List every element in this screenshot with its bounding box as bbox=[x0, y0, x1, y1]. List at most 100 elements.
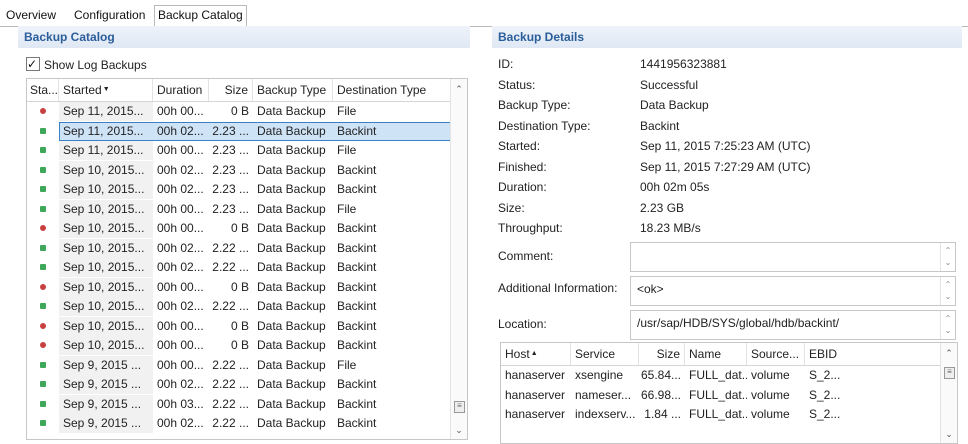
additional-info-scrollbar[interactable]: ⌃ ⌄ bbox=[940, 277, 955, 305]
destination-type-cell: Backint bbox=[337, 299, 377, 313]
table-row[interactable]: Sep 11, 2015... 00h 00... 2.23 ... Data Bac… bbox=[27, 141, 451, 160]
backup-type-cell: Data Backup bbox=[257, 240, 326, 255]
table-row[interactable]: Sep 10, 2015... 00h 02... 2.22 ... Data Bac… bbox=[27, 238, 451, 258]
started-cell: Sep 10, 2015... bbox=[59, 160, 153, 180]
column-header-host[interactable]: Host bbox=[501, 343, 571, 365]
duration-cell: 00h 02... bbox=[157, 182, 204, 196]
scroll-up-icon[interactable]: ⌃ bbox=[451, 84, 467, 95]
comment-scrollbar[interactable]: ⌃ ⌄ bbox=[940, 243, 955, 271]
status-cell bbox=[27, 258, 59, 277]
table-row[interactable]: Sep 10, 2015... 00h 02... 2.22 ... Data Bac… bbox=[27, 297, 451, 316]
status-failed-icon bbox=[40, 225, 46, 231]
host-scroll-up-icon[interactable]: ⌃ bbox=[941, 348, 957, 359]
host-size-cell: 1.84 ... bbox=[644, 407, 681, 421]
comment-label: Comment: bbox=[498, 249, 554, 263]
column-header-status[interactable]: Sta... bbox=[27, 79, 59, 101]
status-cell bbox=[27, 102, 59, 121]
destination-type-cell: File bbox=[337, 201, 357, 216]
column-header-service[interactable]: Service bbox=[571, 343, 639, 365]
location-scrollbar[interactable]: ⌃ ⌄ bbox=[940, 311, 955, 339]
catalog-scrollbar[interactable]: ⌃ ≡ ⌄ bbox=[450, 79, 467, 439]
status-cell bbox=[27, 200, 59, 219]
host-table-row[interactable]: hanaserver indexserv... 1.84 ... FULL_dat..… bbox=[501, 405, 941, 424]
size-cell: 2.23 ... bbox=[212, 162, 249, 177]
column-header-ebid[interactable]: EBID bbox=[805, 343, 941, 365]
column-header-host-size[interactable]: Size bbox=[639, 343, 685, 365]
column-header-size[interactable]: Size bbox=[209, 79, 253, 101]
destination-type-cell: File bbox=[337, 357, 357, 372]
table-row[interactable]: Sep 10, 2015... 00h 00... 0 B Data Backup Ba… bbox=[27, 336, 451, 355]
destination-type-cell: Backint bbox=[337, 338, 377, 352]
size-cell: 0 B bbox=[230, 318, 249, 333]
table-row[interactable]: Sep 10, 2015... 00h 00... 0 B Data Backup Ba… bbox=[27, 219, 451, 238]
location-scroll-up-icon[interactable]: ⌃ bbox=[941, 313, 955, 325]
duration-cell: 00h 02... bbox=[157, 162, 204, 177]
size-cell: 2.22 ... bbox=[212, 260, 249, 274]
column-header-backup-type[interactable]: Backup Type bbox=[253, 79, 333, 101]
tab-backup-catalog[interactable]: Backup Catalog bbox=[154, 5, 247, 27]
duration-cell: 00h 02... bbox=[157, 240, 204, 255]
column-header-name[interactable]: Name bbox=[685, 343, 747, 365]
host-table-row[interactable]: hanaserver xsengine 65.84... FULL_dat... vol… bbox=[501, 366, 941, 385]
column-header-started-label: Started bbox=[63, 83, 110, 97]
comment-scroll-down-icon[interactable]: ⌄ bbox=[941, 257, 955, 269]
table-row[interactable]: Sep 9, 2015 ... 00h 02... 2.22 ... Data Bac… bbox=[27, 375, 451, 394]
destination-type-cell: Backint bbox=[337, 221, 377, 235]
location-field[interactable]: /usr/sap/HDB/SYS/global/hdb/backint/ ⌃ ⌄ bbox=[630, 310, 956, 340]
status-cell bbox=[27, 161, 59, 180]
status-success-icon bbox=[40, 264, 46, 270]
destination-type-cell: Backint bbox=[337, 182, 377, 196]
host-table-row[interactable]: hanaserver nameser... 66.98... FULL_dat... v… bbox=[501, 386, 941, 405]
table-row[interactable]: Sep 10, 2015... 00h 00... 0 B Data Backup Ba… bbox=[27, 316, 451, 336]
status-success-icon bbox=[40, 420, 46, 426]
started-cell: Sep 9, 2015 ... bbox=[59, 414, 153, 433]
status-cell bbox=[27, 336, 59, 355]
table-row[interactable]: Sep 11, 2015... 00h 02... 2.23 ... Data Bac… bbox=[27, 121, 451, 141]
detail-label: ID: bbox=[498, 57, 514, 71]
host-cell: hanaserver bbox=[505, 387, 566, 402]
status-cell bbox=[27, 141, 59, 160]
column-header-host-label: Host bbox=[505, 347, 538, 361]
column-header-destination-type[interactable]: Destination Type bbox=[333, 79, 451, 101]
tab-configuration[interactable]: Configuration bbox=[72, 6, 147, 24]
table-row[interactable]: Sep 9, 2015 ... 00h 03... 2.22 ... Data Bac… bbox=[27, 394, 451, 414]
location-scroll-down-icon[interactable]: ⌄ bbox=[941, 325, 955, 337]
show-log-backups-checkbox[interactable] bbox=[26, 55, 40, 73]
duration-cell: 00h 00... bbox=[157, 201, 204, 216]
column-header-duration[interactable]: Duration bbox=[153, 79, 209, 101]
column-header-source[interactable]: Source... bbox=[747, 343, 805, 365]
table-row[interactable]: Sep 9, 2015 ... 00h 02... 2.22 ... Data Bac… bbox=[27, 414, 451, 433]
show-log-backups-toggle[interactable]: Show Log Backups bbox=[26, 55, 147, 74]
table-row[interactable]: Sep 10, 2015... 00h 00... 0 B Data Backup Ba… bbox=[27, 277, 451, 297]
host-scroll-down-icon[interactable]: ⌄ bbox=[941, 429, 957, 440]
source-cell: volume bbox=[751, 387, 790, 402]
additional-info-field[interactable]: <ok> ⌃ ⌄ bbox=[630, 276, 956, 306]
detail-label: Destination Type: bbox=[498, 118, 591, 133]
additional-scroll-up-icon[interactable]: ⌃ bbox=[941, 279, 955, 291]
service-cell: indexserv... bbox=[575, 407, 636, 421]
scroll-thumb-icon[interactable]: ≡ bbox=[454, 401, 465, 413]
table-row[interactable]: Sep 10, 2015... 00h 02... 2.23 ... Data Bac… bbox=[27, 180, 451, 199]
size-cell: 2.23 ... bbox=[212, 143, 249, 157]
host-scroll-thumb-icon[interactable]: ≡ bbox=[944, 367, 955, 379]
scroll-down-icon[interactable]: ⌄ bbox=[451, 425, 467, 436]
table-row[interactable]: Sep 11, 2015... 00h 00... 0 B Data Backup Fi… bbox=[27, 102, 451, 121]
table-row[interactable]: Sep 10, 2015... 00h 00... 2.23 ... Data Bac… bbox=[27, 199, 451, 219]
size-cell: 2.22 ... bbox=[212, 299, 249, 313]
comment-scroll-up-icon[interactable]: ⌃ bbox=[941, 245, 955, 257]
table-row[interactable]: Sep 10, 2015... 00h 02... 2.22 ... Data Bac… bbox=[27, 258, 451, 277]
status-success-icon bbox=[40, 205, 46, 212]
host-scrollbar[interactable]: ⌃ ≡ ⌄ bbox=[940, 343, 957, 443]
tab-overview[interactable]: Overview bbox=[4, 6, 58, 24]
table-row[interactable]: Sep 10, 2015... 00h 02... 2.23 ... Data Bac… bbox=[27, 160, 451, 180]
additional-scroll-down-icon[interactable]: ⌄ bbox=[941, 291, 955, 303]
comment-field[interactable]: ⌃ ⌄ bbox=[630, 242, 956, 272]
backup-type-cell: Data Backup bbox=[257, 221, 326, 235]
column-header-started[interactable]: Started bbox=[59, 79, 153, 101]
service-cell: xsengine bbox=[575, 368, 624, 382]
status-cell bbox=[27, 297, 59, 316]
table-row[interactable]: Sep 9, 2015 ... 00h 00... 2.22 ... Data Bac… bbox=[27, 355, 451, 375]
backup-type-cell: Data Backup bbox=[257, 357, 326, 372]
detail-value: 1441956323881 bbox=[640, 57, 727, 71]
duration-cell: 00h 00... bbox=[157, 104, 204, 118]
